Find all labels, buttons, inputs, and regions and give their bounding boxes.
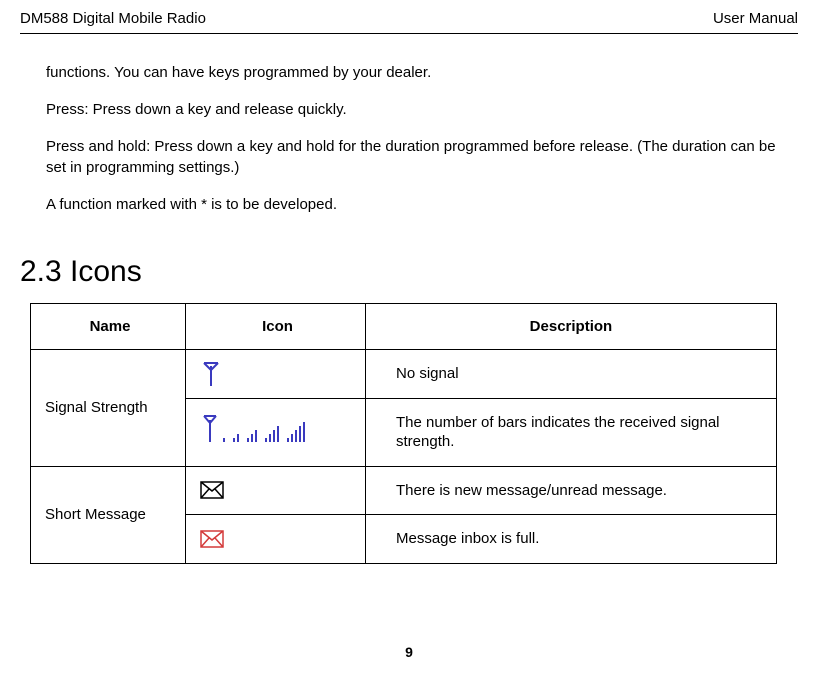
cell-msg-name: Short Message <box>31 466 186 563</box>
th-description: Description <box>366 304 777 350</box>
envelope-full-icon <box>200 530 224 548</box>
envelope-icon <box>200 481 224 499</box>
body-content: functions. You can have keys programmed … <box>46 62 788 215</box>
antenna-bars-icon <box>200 412 320 452</box>
page-number: 9 <box>0 644 818 660</box>
paragraph-functions: functions. You can have keys programmed … <box>46 62 788 83</box>
table-header-row: Name Icon Description <box>31 304 777 350</box>
cell-signal-name: Signal Strength <box>31 350 186 467</box>
table-row: Signal Strength No signal <box>31 350 777 399</box>
section-heading-icons: 2.3 Icons <box>20 255 798 289</box>
icons-table: Name Icon Description Signal Strength No… <box>30 303 777 564</box>
header-doc-type: User Manual <box>713 10 798 27</box>
header-product: DM588 Digital Mobile Radio <box>20 10 206 27</box>
paragraph-press: Press: Press down a key and release quic… <box>46 99 788 120</box>
cell-msg-icon-1 <box>186 466 366 515</box>
antenna-no-signal-icon <box>200 360 222 388</box>
page-header: DM588 Digital Mobile Radio User Manual <box>20 10 798 34</box>
cell-msg-icon-2 <box>186 515 366 564</box>
cell-msg-desc-2: Message inbox is full. <box>366 515 777 564</box>
th-name: Name <box>31 304 186 350</box>
paragraph-press-hold: Press and hold: Press down a key and hol… <box>46 136 788 178</box>
cell-signal-desc-2: The number of bars indicates the receive… <box>366 398 777 466</box>
cell-signal-desc-1: No signal <box>366 350 777 399</box>
cell-signal-icon-1 <box>186 350 366 399</box>
table-row: Short Message There is new message/unrea… <box>31 466 777 515</box>
th-icon: Icon <box>186 304 366 350</box>
cell-signal-icon-2 <box>186 398 366 466</box>
cell-msg-desc-1: There is new message/unread message. <box>366 466 777 515</box>
paragraph-asterisk: A function marked with * is to be develo… <box>46 194 788 215</box>
